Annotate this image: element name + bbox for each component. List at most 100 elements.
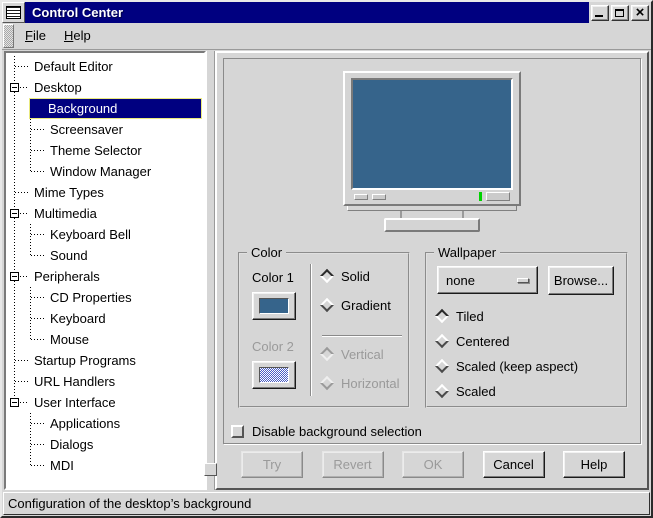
radio-label: Vertical xyxy=(341,347,384,362)
tree-item-label: Dialogs xyxy=(48,435,204,454)
help-button[interactable]: Help xyxy=(563,451,625,478)
tree-item-label: Sound xyxy=(48,246,204,265)
radio-diamond-icon xyxy=(320,376,334,390)
radio-label: Centered xyxy=(456,334,509,349)
tree-item-mime-types[interactable]: Mime Types xyxy=(6,182,204,203)
tree-item-background[interactable]: Background xyxy=(6,98,204,119)
color2-swatch xyxy=(259,367,289,383)
try-button[interactable]: Try xyxy=(241,451,303,478)
tree-connector xyxy=(30,329,31,340)
pane-divider xyxy=(206,51,215,490)
monitor-button-icon xyxy=(354,194,368,200)
tree-connector xyxy=(14,119,15,140)
menu-item-help[interactable]: Help xyxy=(55,23,100,45)
menu-item-file[interactable]: File xyxy=(16,23,55,45)
tree-item-startup-programs[interactable]: Startup Programs xyxy=(6,350,204,371)
tree-item-label: Window Manager xyxy=(48,162,204,181)
tree-connector xyxy=(30,245,31,256)
tree-connector xyxy=(15,381,28,382)
cancel-button[interactable]: Cancel xyxy=(483,451,545,478)
monitor-power-led-icon xyxy=(479,192,482,201)
color1-label: Color 1 xyxy=(252,268,308,287)
wallpaper-dropdown-value: none xyxy=(446,273,475,288)
wallpaper-dropdown[interactable]: none xyxy=(437,266,538,294)
tree-item-label: Keyboard xyxy=(48,309,204,328)
monitor-stand xyxy=(400,211,464,218)
tree-connector xyxy=(31,255,44,256)
pane-resize-handle[interactable] xyxy=(204,463,217,476)
tree-item-applications[interactable]: Applications xyxy=(6,413,204,434)
window-title: Control Center xyxy=(25,2,589,23)
statusbar: Configuration of the desktop’s backgroun… xyxy=(3,492,650,515)
tree-item-label: Keyboard Bell xyxy=(48,225,204,244)
settings-row: Color Color 1 Color 2 xyxy=(224,252,640,408)
tree-expander-icon[interactable] xyxy=(10,209,19,218)
tree-item-theme-selector[interactable]: Theme Selector xyxy=(6,140,204,161)
tree-item-label: User Interface xyxy=(32,393,204,412)
menubar-grip[interactable] xyxy=(3,24,14,48)
action-button-row: Try Revert OK Cancel Help xyxy=(217,444,647,488)
radio-gradient[interactable]: Gradient xyxy=(322,297,408,313)
tree-item-cd-properties[interactable]: CD Properties xyxy=(6,287,204,308)
window-menu-button[interactable] xyxy=(2,2,25,23)
tree-connector xyxy=(31,318,44,319)
style-radio-group: Solid Gradient xyxy=(322,268,408,326)
wallpaper-mode-radios: Tiled Centered Scaled (keep aspect) Scaled xyxy=(437,308,616,408)
radio-diamond-icon xyxy=(435,309,449,323)
color2-swatch-button[interactable] xyxy=(252,361,296,389)
tree-connector xyxy=(31,465,44,466)
tree-item-dialogs[interactable]: Dialogs xyxy=(6,434,204,455)
radio-scaled-keep-aspect[interactable]: Scaled (keep aspect) xyxy=(437,358,616,374)
monitor-bezel xyxy=(343,71,521,206)
minimize-button[interactable] xyxy=(591,5,609,21)
tree-expander-icon[interactable] xyxy=(10,398,19,407)
tree-item-mouse[interactable]: Mouse xyxy=(6,329,204,350)
radio-scaled[interactable]: Scaled xyxy=(437,383,616,399)
tree-item-peripherals[interactable]: Peripherals xyxy=(6,266,204,287)
color1-swatch-button[interactable] xyxy=(252,292,296,320)
tree-item-screensaver[interactable]: Screensaver xyxy=(6,119,204,140)
tree-item-label: Multimedia xyxy=(32,204,204,223)
radio-tiled[interactable]: Tiled xyxy=(437,308,616,324)
close-button[interactable] xyxy=(631,5,649,21)
maximize-button[interactable] xyxy=(611,5,629,21)
disable-background-checkbox[interactable] xyxy=(231,425,244,438)
tree-connector xyxy=(20,87,28,88)
tree-item-multimedia[interactable]: Multimedia xyxy=(6,203,204,224)
titlebar[interactable]: Control Center xyxy=(2,2,651,23)
tree-item-label: Screensaver xyxy=(48,120,204,139)
tree-connector xyxy=(31,171,44,172)
radio-diamond-icon xyxy=(320,298,334,312)
tree-item-label: Background xyxy=(30,99,201,118)
tree-item-sound[interactable]: Sound xyxy=(6,245,204,266)
radio-vertical[interactable]: Vertical xyxy=(322,346,408,362)
tree-connector xyxy=(14,224,15,245)
window-controls xyxy=(589,2,651,23)
tree-item-default-editor[interactable]: Default Editor xyxy=(6,56,204,77)
tree-connector xyxy=(15,66,28,67)
tree-item-window-manager[interactable]: Window Manager xyxy=(6,161,204,182)
sidebar-tree: Default EditorDesktopBackground Screensav… xyxy=(4,51,206,490)
radio-horizontal[interactable]: Horizontal xyxy=(322,375,408,391)
browse-button[interactable]: Browse... xyxy=(548,266,614,295)
radio-solid[interactable]: Solid xyxy=(322,268,408,284)
tree-item-mdi[interactable]: MDI xyxy=(6,455,204,476)
radio-centered[interactable]: Centered xyxy=(437,333,616,349)
revert-button[interactable]: Revert xyxy=(322,451,384,478)
tree-item-label: Default Editor xyxy=(32,57,204,76)
tree-connector xyxy=(15,192,28,193)
tree-item-label: Mouse xyxy=(48,330,204,349)
tree-connector xyxy=(14,329,15,350)
tree-item-keyboard-bell[interactable]: Keyboard Bell xyxy=(6,224,204,245)
monitor-screen-preview xyxy=(351,78,513,190)
wallpaper-frame: Wallpaper none Browse... TiledCenteredSc… xyxy=(425,252,628,408)
tree-item-url-handlers[interactable]: URL Handlers xyxy=(6,371,204,392)
ok-button[interactable]: OK xyxy=(402,451,464,478)
tree-connector xyxy=(20,213,28,214)
tree-item-keyboard[interactable]: Keyboard xyxy=(6,308,204,329)
tree-item-user-interface[interactable]: User Interface xyxy=(6,392,204,413)
tree-item-desktop[interactable]: Desktop xyxy=(6,77,204,98)
color-style-radios: Solid Gradient Vertical Horizontal xyxy=(316,254,408,406)
tree-expander-icon[interactable] xyxy=(10,83,19,92)
tree-expander-icon[interactable] xyxy=(10,272,19,281)
